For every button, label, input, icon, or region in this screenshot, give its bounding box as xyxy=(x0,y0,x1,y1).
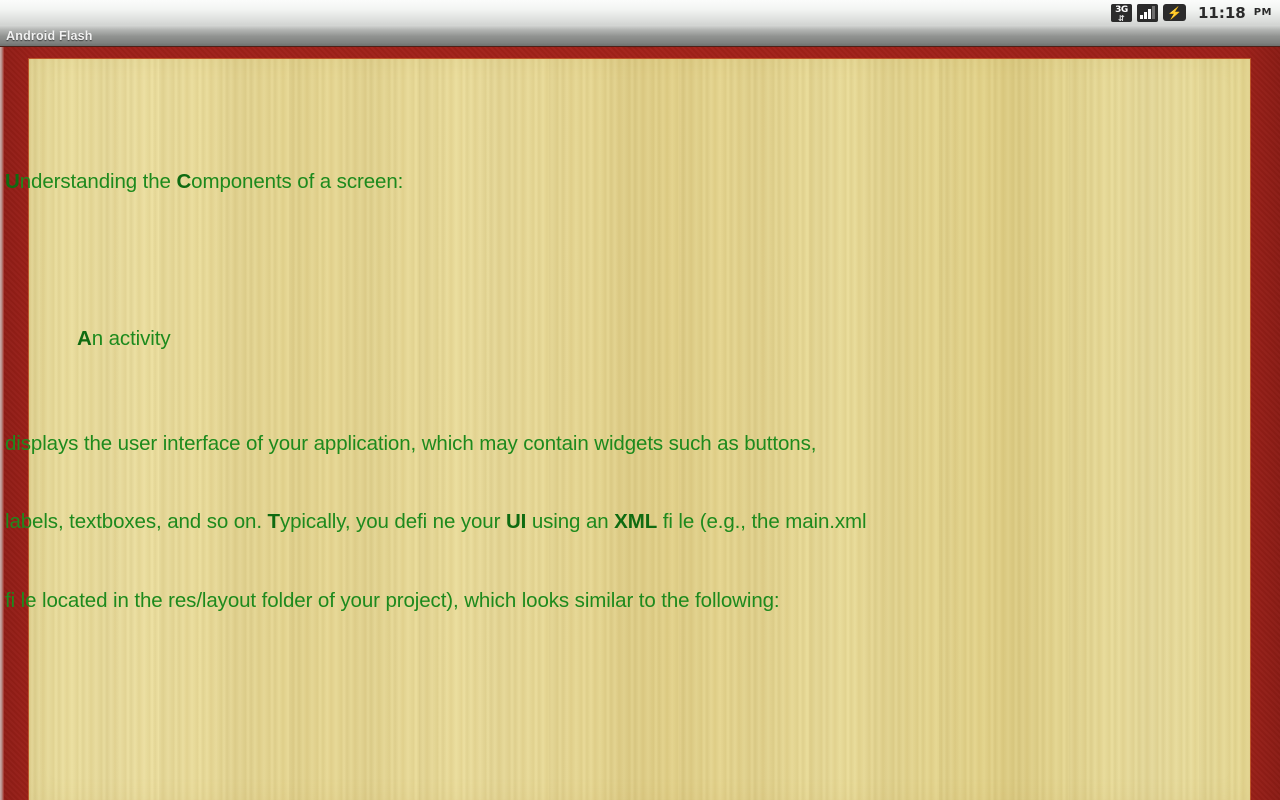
3g-icon-label: 3G xyxy=(1115,4,1128,15)
lightning-bolt-glyph: ⚡ xyxy=(1166,5,1182,20)
status-icon-group: 3G ⚡ 11:18 PM xyxy=(1110,3,1272,22)
slide-text-content: Understanding the Components of a screen… xyxy=(0,90,1280,800)
signal-icon xyxy=(1136,3,1158,22)
paragraph-line: fi le located in the res/layout folder o… xyxy=(5,588,780,612)
android-status-bar: 3G ⚡ 11:18 PM xyxy=(0,0,1280,25)
app-red-frame: Understanding the Components of a screen… xyxy=(0,47,1280,800)
app-title-bar: Android Flash xyxy=(0,25,1280,47)
status-bar-clock: 11:18 xyxy=(1197,3,1246,22)
3g-icon: 3G xyxy=(1110,3,1132,22)
slide-heading: Understanding the Components of a screen… xyxy=(5,169,404,193)
paragraph-line: displays the user interface of your appl… xyxy=(5,431,817,455)
paragraph-line: labels, textboxes, and so on. Typically,… xyxy=(5,510,867,534)
battery-charging-icon: ⚡ xyxy=(1162,4,1186,21)
app-title-label: Android Flash xyxy=(6,28,93,43)
slide-subheading: An activity xyxy=(77,326,171,350)
status-bar-ampm: PM xyxy=(1253,7,1272,18)
